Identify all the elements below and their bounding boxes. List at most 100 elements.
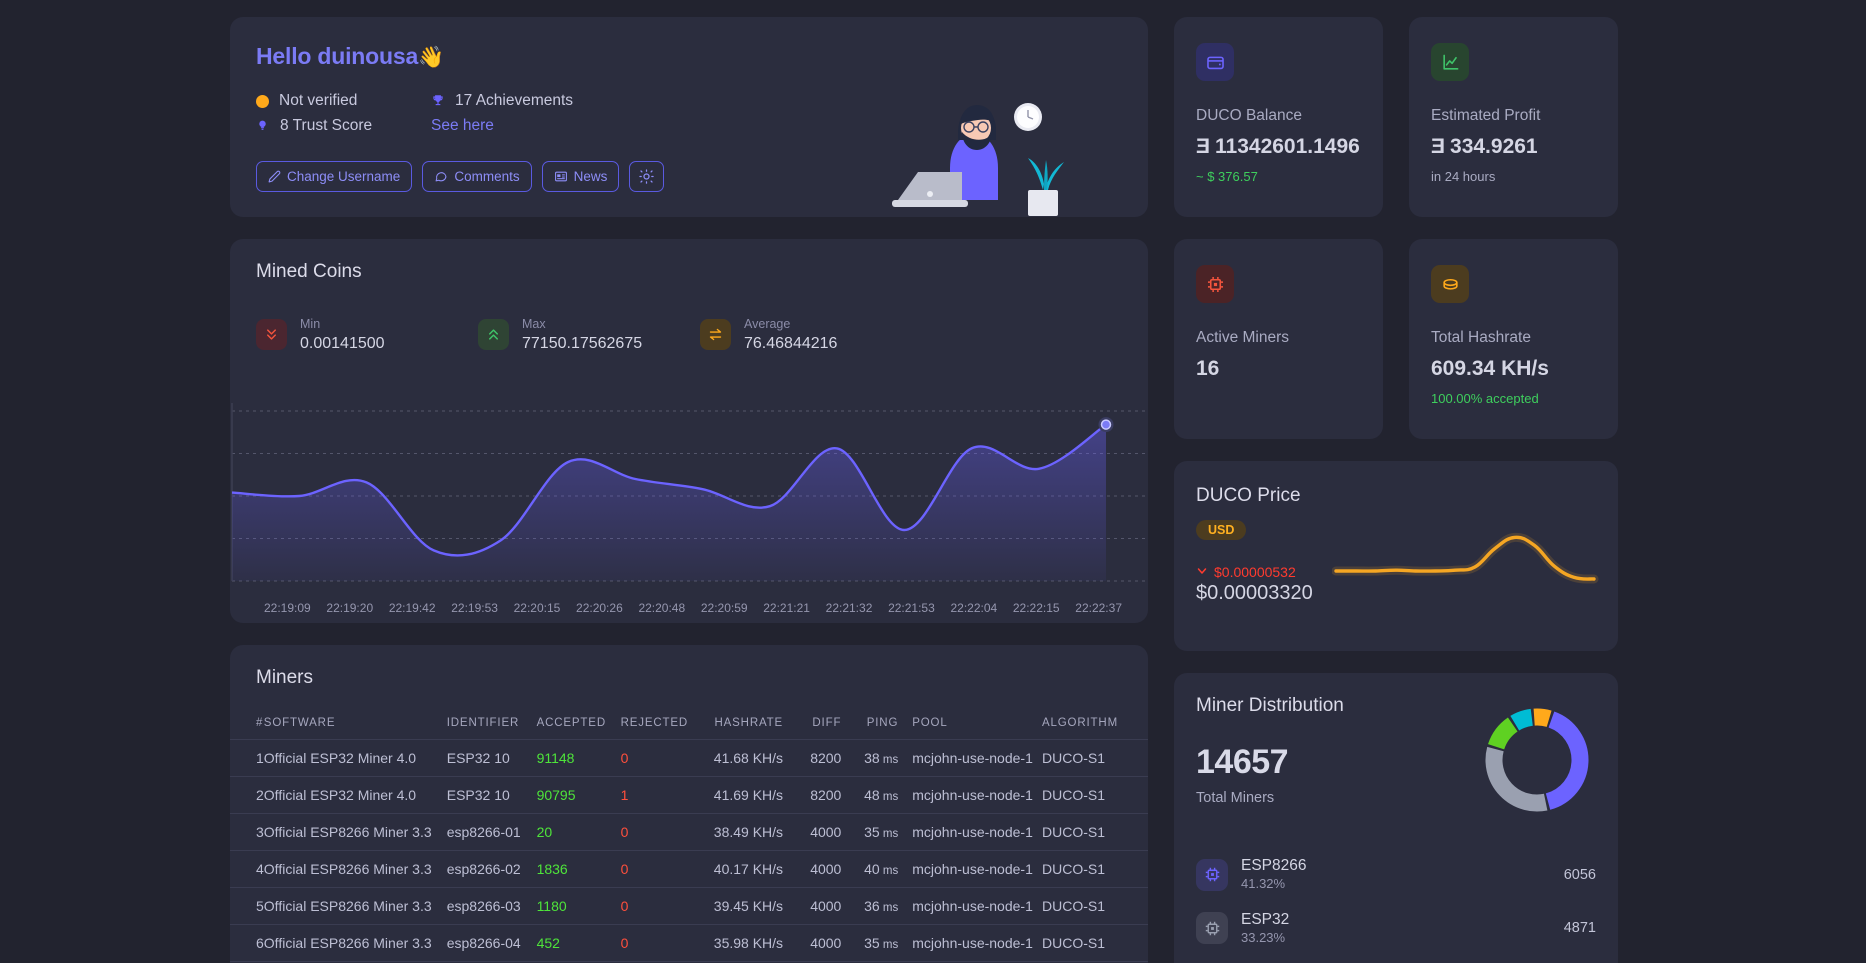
estimated-profit-amount: 334.9261 (1450, 135, 1538, 158)
cell-diff: 4000 (783, 887, 842, 925)
cell-n: 1 (230, 739, 264, 777)
column-header-ping[interactable]: PING (841, 717, 899, 740)
list-item[interactable]: Arduino1663 (1196, 955, 1596, 963)
cell-ping-unit: ms (879, 902, 899, 914)
column-header-num[interactable]: # (230, 717, 264, 740)
table-row[interactable]: 6 Official ESP8266 Miner 3.3 esp8266-04 452… (230, 924, 1148, 962)
list-item-percent: 33.23% (1241, 929, 1286, 945)
comments-button[interactable]: Comments (422, 161, 532, 192)
exchange-arrows-icon (700, 319, 731, 351)
cell-rejected: 0 (620, 850, 708, 888)
currency-badge: USD (1196, 520, 1247, 540)
stat-max-value: 77150.17562675 (522, 335, 643, 353)
cell-pool: mcjohn-use-node-1 (898, 887, 1042, 925)
distribution-donut-chart[interactable] (1478, 701, 1596, 824)
trophy-icon (431, 93, 445, 109)
chart-highlight-point[interactable] (1100, 419, 1112, 430)
duco-price-card: DUCO Price USD $0.00000532 $0.00003320 (1174, 461, 1618, 651)
chart-x-tick: 22:21:21 (763, 601, 810, 615)
cell-identifier: esp8266-04 (446, 924, 537, 962)
list-item-label: ESP32 (1241, 910, 1290, 928)
donut-segment[interactable] (1488, 717, 1518, 750)
donut-segment[interactable] (1533, 708, 1552, 727)
stat-average: Average 76.46844216 (700, 315, 922, 355)
coin-icon (1431, 265, 1469, 303)
table-row[interactable]: 5 Official ESP8266 Miner 3.3 esp8266-03 118… (230, 887, 1148, 925)
list-item-text: ESP32 33.23% (1241, 910, 1551, 948)
cell-ping-value: 48 (864, 787, 880, 803)
stat-min-value: 0.00141500 (300, 335, 385, 353)
cell-identifier: esp8266-02 (446, 850, 537, 888)
cell-ping-value: 35 (864, 824, 880, 840)
cell-software: Official ESP8266 Miner 3.3 (263, 813, 447, 851)
chart-x-axis: 22:19:09 22:19:20 22:19:42 22:19:53 22:20:15… (230, 601, 1148, 615)
news-button[interactable]: News (541, 161, 620, 192)
cpu-chip-icon (1196, 912, 1228, 945)
cell-rejected: 1 (620, 776, 708, 814)
cell-hashrate: 35.98 KH/s (707, 924, 784, 962)
table-row[interactable]: 2 Official ESP32 Miner 4.0 ESP32 10 90795 1 4… (230, 776, 1148, 814)
cell-hashrate: 40.17 KH/s (707, 850, 784, 888)
duco-balance-value: Ǝ 11342601.1496 (1196, 135, 1361, 159)
table-row[interactable]: 4 Official ESP8266 Miner 3.3 esp8266-02 183… (230, 850, 1148, 888)
warning-dot-icon (256, 94, 269, 108)
table-row[interactable]: 1 Official ESP32 Miner 4.0 ESP32 10 91148 0 4… (230, 739, 1148, 777)
column-header-accepted[interactable]: ACCEPTED (536, 717, 621, 740)
chart-x-tick: 22:19:20 (326, 601, 374, 615)
cell-algorithm: DUCO-S1 (1041, 850, 1148, 888)
duco-symbol-icon: Ǝ (1431, 135, 1446, 158)
list-item-count: 6056 (1563, 866, 1596, 883)
distribution-top: Miner Distribution 14657 Total Miners (1196, 695, 1596, 824)
donut-segment[interactable] (1545, 711, 1589, 810)
cell-hashrate: 41.69 KH/s (707, 776, 784, 814)
total-miners-value: 14657 (1196, 743, 1289, 781)
cell-ping-unit: ms (879, 865, 899, 877)
table-row[interactable]: 3 Official ESP8266 Miner 3.3 esp8266-01 20 0… (230, 813, 1148, 851)
cell-ping-unit: ms (879, 828, 899, 840)
chart-x-tick: 22:22:15 (1012, 601, 1060, 615)
list-item[interactable]: ESP32 33.23% 4871 (1196, 902, 1596, 956)
dashboard-grid: Hello duinousa👋 Not verified 17 Achievem… (230, 17, 1618, 963)
cell-accepted: 1180 (536, 887, 621, 925)
trust-score-label: 8 Trust Score (280, 117, 373, 134)
column-header-diff[interactable]: DIFF (783, 717, 842, 740)
chart-x-tick: 22:21:32 (825, 601, 873, 615)
cell-software: Official ESP8266 Miner 3.3 (263, 850, 447, 888)
list-item-text: ESP8266 41.32% (1241, 856, 1551, 894)
donut-segment[interactable] (1510, 708, 1534, 731)
pencil-icon (268, 170, 281, 183)
cell-n: 4 (230, 850, 264, 888)
cell-ping-value: 35 (864, 935, 880, 951)
mined-coins-chart[interactable]: 22:19:09 22:19:20 22:19:42 22:19:53 22:20:15… (230, 403, 1148, 623)
table-header-row: # SOFTWARE IDENTIFIER ACCEPTED REJECTED HASHR… (230, 717, 1148, 740)
cell-rejected: 0 (620, 813, 708, 851)
price-change-value: $0.00000532 (1214, 564, 1296, 580)
miners-table: # SOFTWARE IDENTIFIER ACCEPTED REJECTED HASHR… (230, 717, 1148, 963)
column-header-rejected[interactable]: REJECTED (620, 717, 708, 740)
cell-hashrate: 41.68 KH/s (707, 739, 784, 777)
cpu-chip-icon (1196, 265, 1234, 303)
change-username-button[interactable]: Change Username (256, 161, 413, 192)
chart-x-tick: 22:20:48 (638, 601, 686, 615)
theme-toggle-button[interactable] (629, 161, 665, 192)
donut-segment[interactable] (1485, 746, 1548, 812)
cell-algorithm: DUCO-S1 (1041, 813, 1148, 851)
column-header-software[interactable]: SOFTWARE (263, 717, 447, 740)
list-item[interactable]: ESP8266 41.32% 6056 (1196, 848, 1596, 902)
column-header-algorithm[interactable]: ALGORITHM (1041, 717, 1148, 740)
list-item-label: ESP8266 (1241, 857, 1307, 874)
chart-x-tick: 22:19:09 (264, 601, 311, 615)
column-header-identifier[interactable]: IDENTIFIER (446, 717, 537, 740)
cell-ping: 35 ms (841, 813, 899, 851)
column-header-hashrate[interactable]: HASHRATE (707, 717, 784, 740)
total-hashrate-label: Total Hashrate (1431, 329, 1531, 346)
cell-identifier: esp8266-01 (446, 813, 537, 851)
cell-diff: 4000 (783, 850, 842, 888)
chart-line-icon (1431, 43, 1469, 81)
active-miners-card: Active Miners 16 (1174, 239, 1383, 439)
column-header-pool[interactable]: POOL (898, 717, 1042, 740)
chart-x-tick: 22:19:42 (388, 601, 436, 615)
price-sparkline-chart (1331, 503, 1602, 618)
cell-accepted: 1836 (536, 850, 621, 888)
greeting-text: Hello duinousa (256, 43, 419, 69)
